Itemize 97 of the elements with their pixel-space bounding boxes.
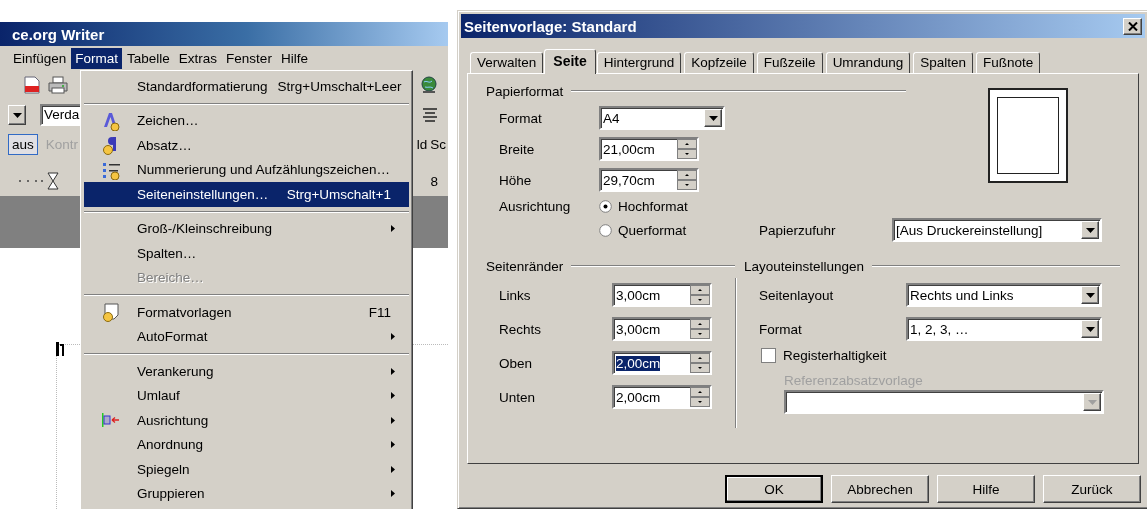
option-label: Querformat xyxy=(618,222,687,238)
checkbox-label: Registerhaltigkeit xyxy=(783,348,887,363)
tab[interactable]: Umrandung xyxy=(825,52,911,73)
menu-item[interactable]: AutoFormat xyxy=(84,324,409,349)
field-label: Links xyxy=(498,287,532,303)
caret-icon xyxy=(1085,292,1095,298)
caret-icon xyxy=(1085,326,1095,332)
field-label: Breite xyxy=(498,141,536,157)
menu-item[interactable]: Verankerung xyxy=(84,359,409,384)
shortcut-label: Strg+Umschalt+1 xyxy=(285,186,391,202)
spin-arrows[interactable] xyxy=(690,285,710,305)
caret-icon xyxy=(708,115,718,121)
page-hand-icon xyxy=(100,302,121,323)
pdf-icon[interactable] xyxy=(24,76,40,94)
menu-item[interactable]: Formatvorlagen F11 xyxy=(84,300,409,325)
tab[interactable]: Spalten xyxy=(913,52,973,73)
number-field[interactable]: 3,00cm xyxy=(612,317,712,341)
dialog-button[interactable]: Abbrechen xyxy=(831,475,929,503)
group-heading: Layouteinstellungen xyxy=(744,258,865,274)
dropdown-field[interactable]: 1, 2, 3, … xyxy=(906,317,1102,341)
menu-item[interactable]: Tabelle xyxy=(123,47,174,69)
menu-item[interactable]: Spalten… xyxy=(84,241,409,266)
field-label: Format xyxy=(498,110,543,126)
caret-icon xyxy=(1085,227,1095,233)
option-label: Hochformat xyxy=(618,199,688,214)
field-label: Ausrichtung xyxy=(498,199,572,214)
dialog-button[interactable]: Zurück xyxy=(1043,475,1141,503)
menu-item[interactable]: Absatz… xyxy=(84,133,409,158)
menu-item[interactable]: Extras xyxy=(174,47,222,69)
number-field[interactable]: 3,00cm xyxy=(612,283,712,307)
close-icon xyxy=(1127,21,1138,31)
text-boundary-icon xyxy=(55,342,65,356)
dropdown-button[interactable] xyxy=(704,109,722,127)
indent-marker-icon[interactable] xyxy=(47,172,59,190)
menu-item[interactable]: Spiegeln xyxy=(84,457,409,482)
toolbar-label: ld xyxy=(416,136,428,152)
field-label: Höhe xyxy=(498,172,533,188)
dialog-title: Seitenvorlage: Standard xyxy=(464,17,637,35)
window-title: ce.org Writer xyxy=(12,25,105,43)
radio-button[interactable] xyxy=(599,223,612,237)
align-icon[interactable] xyxy=(422,108,438,122)
printer-icon[interactable] xyxy=(48,76,68,94)
number-field[interactable]: 2,00cm xyxy=(612,385,712,409)
number-field[interactable]: 2,00cm xyxy=(612,351,712,375)
dropdown-button[interactable] xyxy=(1081,286,1099,304)
menu-item[interactable]: Fenster xyxy=(222,47,276,69)
menu-item[interactable]: Format xyxy=(71,47,123,69)
globe-icon[interactable] xyxy=(420,76,438,94)
spin-arrows[interactable] xyxy=(690,319,710,339)
dialog-button[interactable]: Hilfe xyxy=(937,475,1035,503)
spin-arrows[interactable] xyxy=(677,139,697,159)
spin-arrows[interactable] xyxy=(690,387,710,407)
spin-arrows[interactable] xyxy=(690,353,710,373)
toggle-button[interactable]: aus xyxy=(8,133,38,155)
menu-item[interactable]: Umlauf xyxy=(84,383,409,408)
dropdown-field[interactable]: A4 xyxy=(599,106,725,130)
dropdown-field[interactable]: Rechts und Links xyxy=(906,283,1102,307)
group-heading: Papierformat xyxy=(486,83,564,99)
menu-item[interactable]: Gruppieren xyxy=(84,481,409,506)
dialog-button[interactable]: OK xyxy=(725,475,823,503)
dropdown-button[interactable] xyxy=(1081,221,1099,239)
menu-item[interactable]: Nummerierung und Aufzählungszeichen… xyxy=(84,157,409,182)
close-button[interactable] xyxy=(1123,17,1142,35)
field-label: Format xyxy=(758,321,803,337)
tab[interactable]: Hintergrund xyxy=(596,52,682,73)
number-field[interactable]: 21,00cm xyxy=(599,137,699,161)
dropdown-field[interactable]: [Aus Druckereinstellung] xyxy=(892,218,1102,242)
menu-item[interactable]: Groß-/Kleinschreibung xyxy=(84,216,409,241)
group-heading: Seitenränder xyxy=(486,258,564,274)
toolbar-label: Sc xyxy=(430,136,446,152)
menu-item[interactable]: Einfügen xyxy=(9,47,71,69)
shortcut-label: Strg+Umschalt+Leer xyxy=(276,78,402,94)
tab[interactable]: Kopfzeile xyxy=(684,52,754,73)
ruler-number: 8 xyxy=(430,173,438,189)
dropdown-button[interactable] xyxy=(8,105,26,125)
field-label: Papierzufuhr xyxy=(759,222,837,238)
menu-item[interactable]: Ausrichtung xyxy=(84,408,409,433)
tab[interactable]: Seite xyxy=(544,49,596,74)
field-label: Seitenlayout xyxy=(758,287,835,303)
tab[interactable]: Fußnote xyxy=(975,52,1041,73)
menu-item[interactable]: Anordnung xyxy=(84,432,409,457)
number-field[interactable]: 29,70cm xyxy=(599,168,699,192)
caret-icon xyxy=(12,112,22,118)
field-label: Oben xyxy=(498,355,534,371)
caret-icon xyxy=(1087,399,1097,405)
spin-arrows[interactable] xyxy=(677,170,697,190)
radio-button[interactable] xyxy=(599,200,612,213)
checkbox[interactable] xyxy=(761,348,776,363)
menu-item[interactable]: Seiteneinstellungen… Strg+Umschalt+1 xyxy=(84,182,409,207)
menu-item[interactable]: Hilfe xyxy=(276,47,312,69)
menu-item[interactable]: Standardformatierung Strg+Umschalt+Leer xyxy=(84,74,409,99)
tab[interactable]: Verwalten xyxy=(470,52,544,73)
field-label: Unten xyxy=(498,389,537,405)
shortcut-label: F11 xyxy=(367,304,391,320)
field-label: Rechts xyxy=(498,321,543,337)
dropdown-button[interactable] xyxy=(1081,320,1099,338)
tab[interactable]: Fußzeile xyxy=(756,52,823,73)
